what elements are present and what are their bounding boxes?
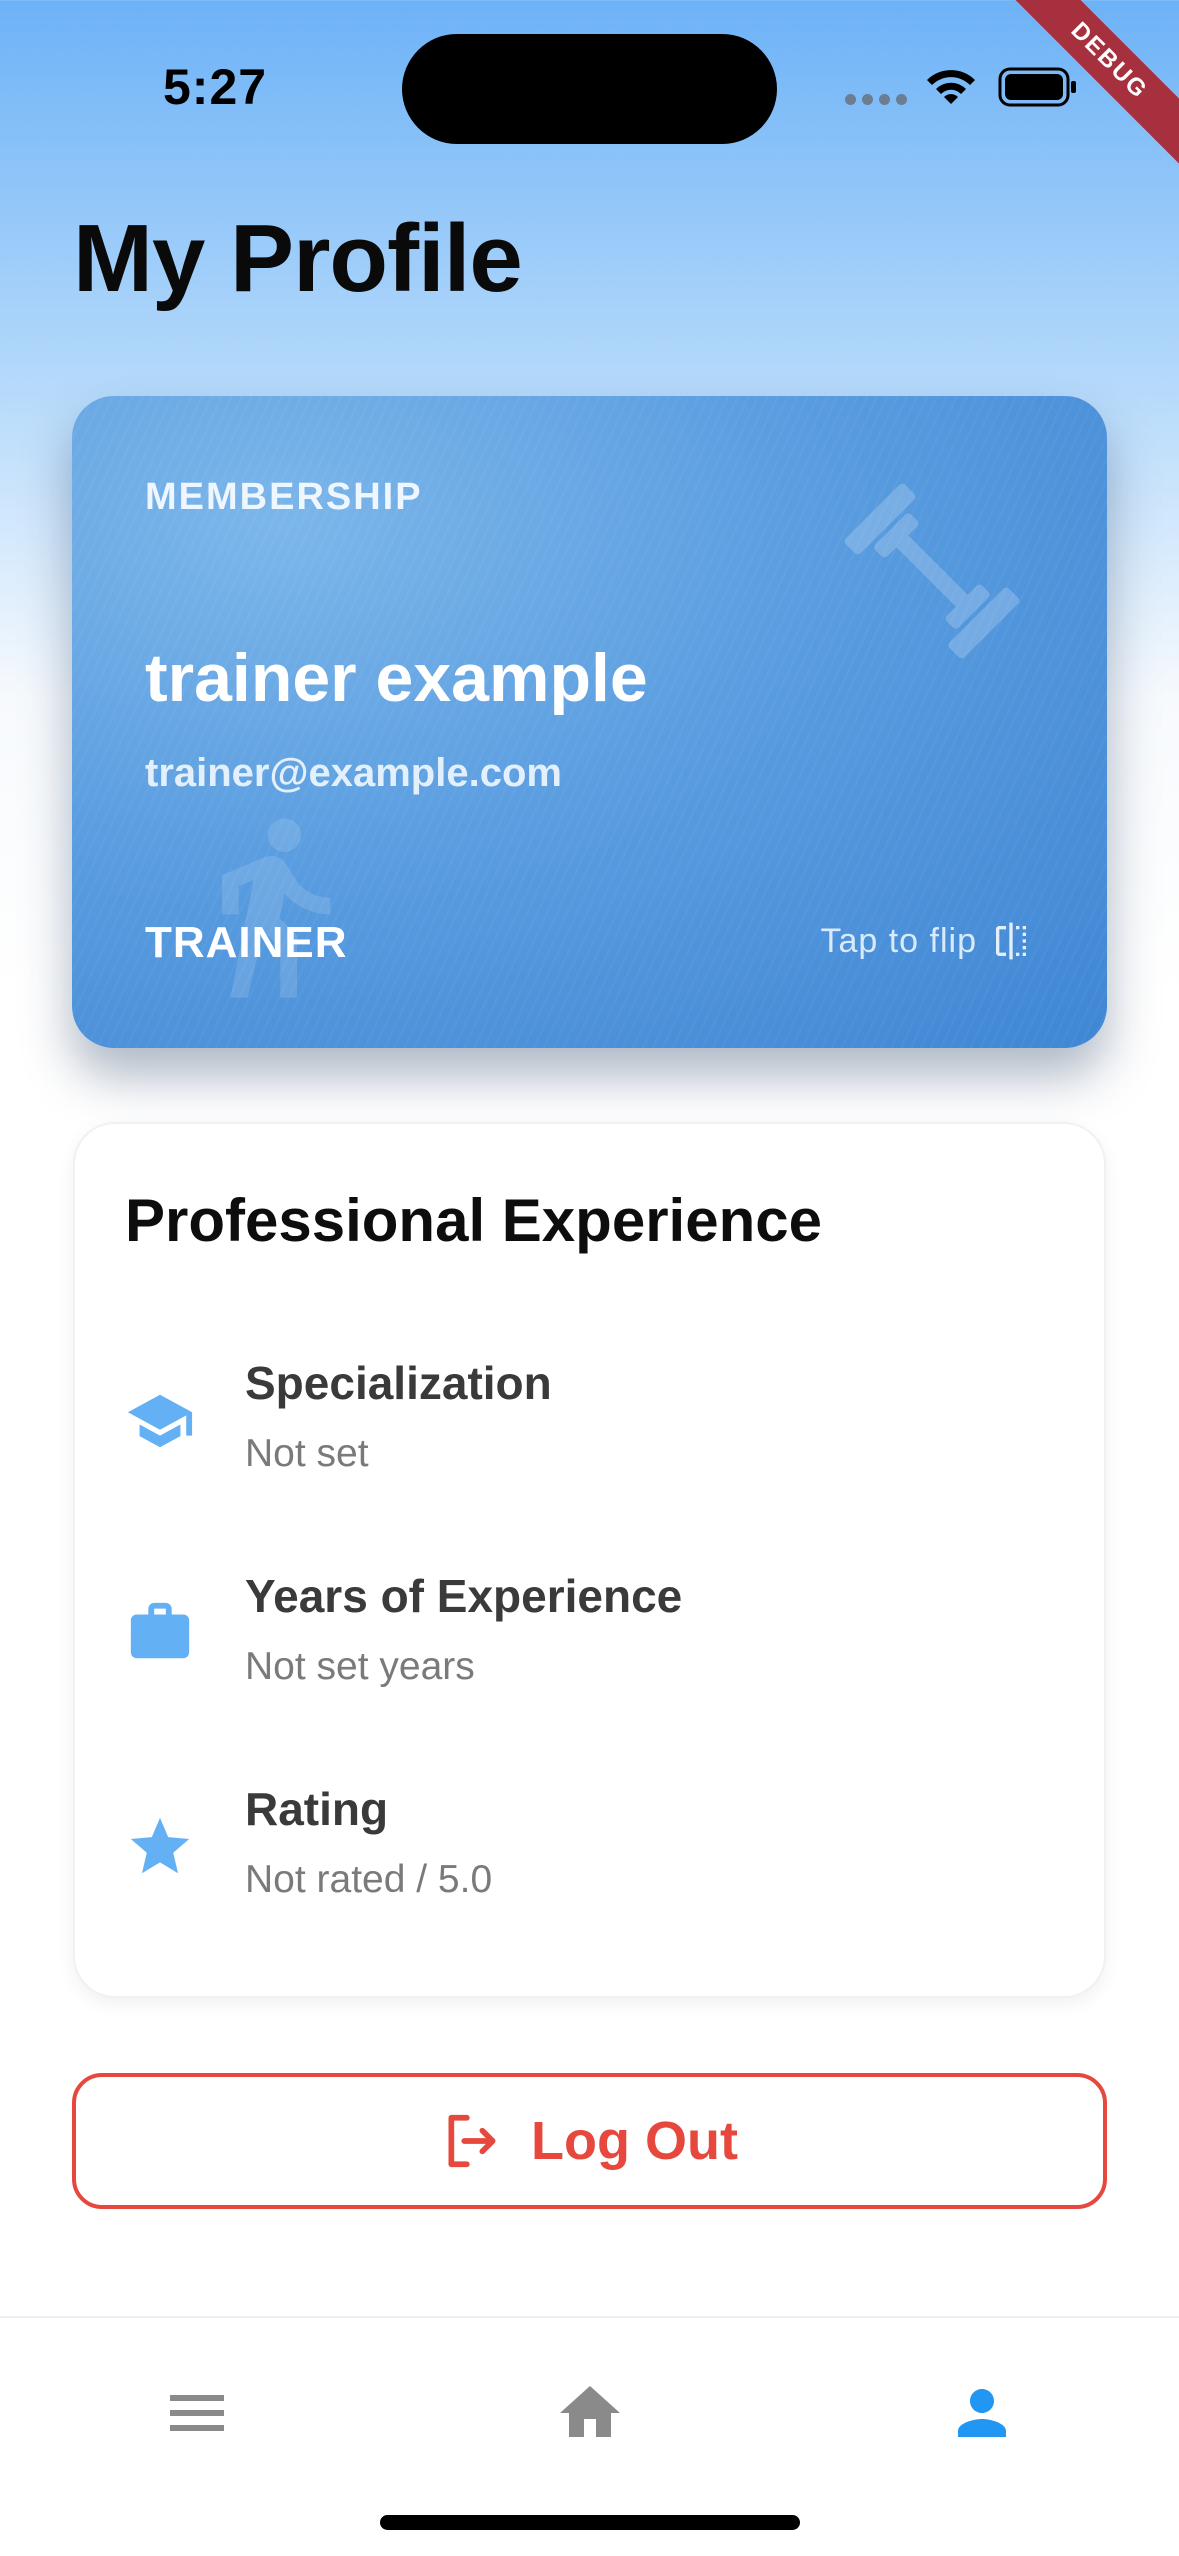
experience-years-value: Not set years <box>245 1645 475 1688</box>
rating-label: Rating <box>245 1783 389 1835</box>
dynamic-island <box>402 34 777 144</box>
flip-hint[interactable]: Tap to flip <box>820 921 1031 961</box>
cellular-signal-icon <box>845 94 907 105</box>
home-indicator[interactable] <box>380 2515 800 2530</box>
experience-title: Professional Experience <box>125 1187 822 1254</box>
member-role: TRAINER <box>145 918 348 967</box>
experience-panel: Professional Experience Specialization N… <box>73 1122 1106 1998</box>
battery-icon <box>998 67 1076 107</box>
status-time: 5:27 <box>163 59 268 115</box>
specialization-value: Not set <box>245 1432 369 1475</box>
wifi-icon <box>927 70 975 104</box>
rating-row: Rating Not rated / 5.0 <box>75 1782 1104 1922</box>
specialization-row: Specialization Not set <box>75 1356 1104 1496</box>
graduation-cap-icon <box>127 1394 193 1448</box>
specialization-label: Specialization <box>245 1357 552 1409</box>
person-icon <box>958 2389 1006 2437</box>
membership-card[interactable]: MEMBERSHIP trainer example trainer@examp… <box>72 396 1107 1048</box>
dumbbell-icon <box>844 483 1020 659</box>
rating-value: Not rated / 5.0 <box>245 1858 493 1901</box>
membership-label: MEMBERSHIP <box>145 476 423 518</box>
experience-years-row: Years of Experience Not set years <box>75 1569 1104 1709</box>
star-icon <box>130 1817 190 1874</box>
runner-icon <box>222 818 331 998</box>
nav-home[interactable] <box>545 2368 635 2458</box>
experience-years-label: Years of Experience <box>245 1570 683 1622</box>
logout-icon <box>448 2114 496 2168</box>
page-title: My Profile <box>73 205 523 312</box>
logout-button[interactable]: Log Out <box>72 2073 1107 2209</box>
member-email: trainer@example.com <box>145 751 562 795</box>
flip-hint-label: Tap to flip <box>820 921 977 960</box>
menu-icon <box>170 2395 224 2431</box>
home-icon <box>560 2386 620 2437</box>
briefcase-icon <box>130 1602 190 1659</box>
logout-label: Log Out <box>531 2111 738 2171</box>
member-name: trainer example <box>145 640 648 716</box>
flip-icon <box>996 922 1026 960</box>
nav-menu[interactable] <box>152 2368 242 2458</box>
nav-profile[interactable] <box>937 2368 1027 2458</box>
